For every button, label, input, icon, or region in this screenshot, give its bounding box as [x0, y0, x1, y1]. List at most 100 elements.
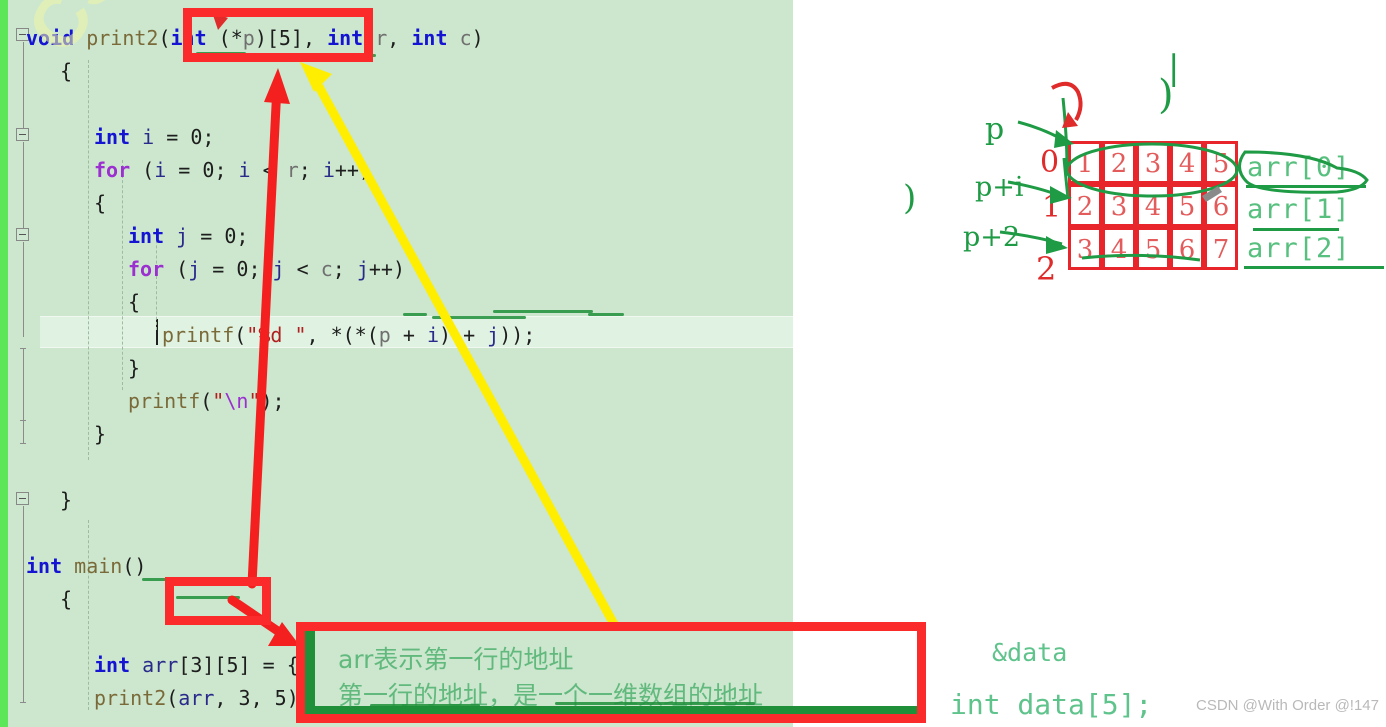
- code-token: ;: [248, 257, 273, 281]
- whiteboard-pane: [793, 0, 1386, 727]
- row-index-1: 1: [1042, 190, 1062, 225]
- code-token: {: [60, 587, 73, 611]
- code-token: <: [250, 158, 287, 182]
- code-line[interactable]: }: [128, 352, 140, 385]
- grid-cell: 6: [1170, 227, 1204, 270]
- row-index-2: 2: [1036, 250, 1057, 288]
- code-token: ": [212, 389, 225, 413]
- code-token: arr: [142, 653, 179, 677]
- underline-mark: [403, 313, 427, 316]
- code-token: =: [166, 158, 203, 182]
- code-line[interactable]: }: [60, 484, 72, 517]
- code-token: , *(*(: [306, 323, 379, 347]
- code-token: ) +: [438, 323, 488, 347]
- code-line[interactable]: for (j = 0; j < c; j++): [128, 253, 405, 286]
- code-token: int: [94, 653, 131, 677]
- code-line[interactable]: int main(): [26, 550, 146, 583]
- code-token: 5: [226, 653, 239, 677]
- code-line[interactable]: printf("%d ", *(*(p + i) + j));: [162, 319, 535, 352]
- code-token: {: [60, 59, 73, 83]
- param-highlight-box: [183, 8, 373, 62]
- code-token: j: [176, 224, 189, 248]
- code-token: printf: [128, 389, 201, 413]
- grid-cell: 3: [1102, 184, 1136, 227]
- code-line[interactable]: print2(arr, 3, 5);: [94, 682, 311, 715]
- code-token: ;: [298, 158, 323, 182]
- code-token: =: [188, 224, 225, 248]
- pointer-label-p-plus-i: p+i: [975, 172, 1024, 203]
- grid-cell: 4: [1170, 141, 1204, 184]
- code-token: (: [166, 686, 179, 710]
- code-token: (: [234, 323, 247, 347]
- code-token: r: [286, 158, 299, 182]
- grid-cell: 1: [1068, 141, 1102, 184]
- code-line[interactable]: int j = 0;: [128, 220, 248, 253]
- grid-cell: 7: [1204, 227, 1238, 270]
- grid-cell: 6: [1204, 184, 1238, 227]
- code-token: =: [200, 257, 237, 281]
- pointer-label-p: p: [985, 112, 1005, 147]
- code-token: [: [178, 653, 191, 677]
- grid-cell: 5: [1170, 184, 1204, 227]
- code-line[interactable]: }: [94, 418, 106, 451]
- code-token: ": [248, 389, 261, 413]
- code-line[interactable]: for (i = 0; i < r; i++): [94, 154, 371, 187]
- csdn-watermark: CSDN @With Order @!147: [1196, 697, 1379, 714]
- code-token: {: [128, 290, 141, 314]
- code-token: 0: [202, 158, 215, 182]
- code-token: p: [378, 323, 391, 347]
- array-grid-diagram: 123452345634567: [1068, 141, 1238, 270]
- code-line[interactable]: printf("\n");: [128, 385, 285, 418]
- code-token: for: [128, 257, 165, 281]
- note-underline-1: [370, 704, 480, 707]
- code-token: arr: [178, 686, 215, 710]
- underline-mark: [493, 310, 593, 313]
- row-label-arr1: arr[1]: [1247, 194, 1351, 225]
- code-token: j: [356, 257, 369, 281]
- code-token: 3: [190, 653, 203, 677]
- code-token: ][: [202, 653, 227, 677]
- code-line[interactable]: {: [60, 583, 72, 616]
- grid-cell: 4: [1136, 184, 1170, 227]
- code-token: int: [26, 554, 63, 578]
- arg-highlight-box: [165, 577, 271, 625]
- code-token: ,: [387, 26, 412, 50]
- row-label-underline: [1244, 266, 1384, 269]
- code-token: ++): [334, 158, 372, 182]
- code-token: ,: [250, 686, 275, 710]
- code-token: 0: [236, 257, 249, 281]
- code-token: j: [188, 257, 201, 281]
- code-token: i: [426, 323, 439, 347]
- code-token: r: [375, 26, 388, 50]
- row-label-underline: [1246, 185, 1366, 188]
- code-token: }: [60, 488, 73, 512]
- code-editor-pane[interactable]: void print2(int (*p)[5], int r, int c){i…: [0, 0, 793, 727]
- code-token: 5: [274, 686, 287, 710]
- code-token: i: [238, 158, 251, 182]
- code-token: ): [471, 26, 484, 50]
- code-token: int: [411, 26, 448, 50]
- code-token: ,: [214, 686, 239, 710]
- code-token: 0: [224, 224, 237, 248]
- code-token: print2: [94, 686, 167, 710]
- code-token: {: [94, 191, 107, 215]
- code-token: j: [487, 323, 500, 347]
- row-label-arr2: arr[2]: [1247, 233, 1351, 264]
- code-text[interactable]: void print2(int (*p)[5], int r, int c){i…: [0, 0, 793, 727]
- code-token: ++): [368, 257, 406, 281]
- code-token: main: [74, 554, 123, 578]
- code-token: +: [390, 323, 427, 347]
- code-token: (): [122, 554, 147, 578]
- code-token: i: [322, 158, 335, 182]
- code-line[interactable]: {: [94, 187, 106, 220]
- grid-cell: 3: [1068, 227, 1102, 270]
- code-line[interactable]: {: [128, 286, 140, 319]
- code-token: \n: [224, 389, 249, 413]
- code-token: }: [94, 422, 107, 446]
- code-token: i: [154, 158, 167, 182]
- code-token: (: [130, 158, 155, 182]
- amp-data-text: &data: [992, 638, 1068, 667]
